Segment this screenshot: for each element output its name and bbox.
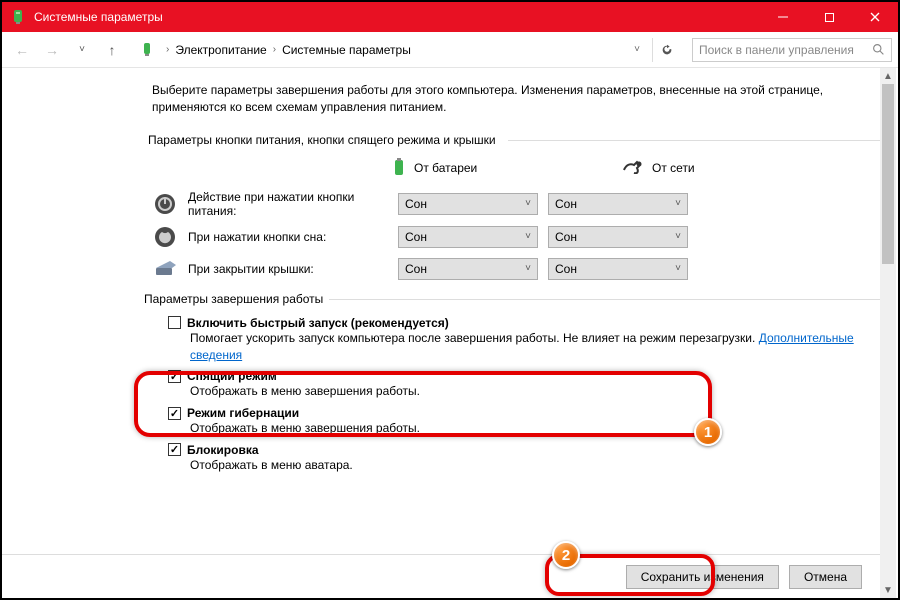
hibernate-checkbox[interactable]: ✓ [168,407,181,420]
maximize-button[interactable] [806,2,852,32]
ac-label: От сети [652,161,695,175]
section-shutdown: Параметры завершения работы [144,292,870,306]
chevron-right-icon: › [166,44,169,55]
search-icon [872,43,885,56]
scroll-track[interactable] [880,84,896,582]
power-icon [152,191,178,217]
window-title: Системные параметры [34,10,760,24]
navbar: ← → ˅ ↑ › Электропитание › Системные пар… [2,32,898,68]
content-pane: Выберите параметры завершения работы для… [2,68,898,598]
power-plan-icon [138,41,156,59]
opt-fast-startup: Включить быстрый запуск (рекомендуется) … [168,316,870,364]
close-button[interactable] [852,2,898,32]
chevron-down-icon: ˅ [525,231,531,242]
search-input[interactable]: Поиск в панели управления [692,38,892,62]
row-label: При закрытии крышки: [188,262,388,276]
chevron-down-icon: ˅ [525,198,531,209]
scroll-down-arrow[interactable]: ▼ [880,582,896,598]
fast-startup-checkbox[interactable] [168,316,181,329]
breadcrumb-item[interactable]: Электропитание [175,43,266,57]
row-power-button: Действие при нажатии кнопки питания: Сон… [152,190,870,218]
opt-desc: Помогает ускорить запуск компьютера посл… [190,330,870,364]
minimize-button[interactable] [760,2,806,32]
row-sleep-button: При нажатии кнопки сна: Сон˅ Сон˅ [152,224,870,250]
search-placeholder: Поиск в панели управления [699,43,854,57]
scroll-up-arrow[interactable]: ▲ [880,68,896,84]
opt-lock: ✓ Блокировка Отображать в меню аватара. [168,443,870,474]
up-button[interactable]: ↑ [98,36,126,64]
refresh-button[interactable] [652,38,680,62]
opt-desc: Отображать в меню завершения работы. [190,420,870,437]
recent-locations-button[interactable]: ˅ [68,36,96,64]
save-button[interactable]: Сохранить изменения [626,565,779,589]
opt-title: Режим гибернации [187,406,299,420]
breadcrumb-item[interactable]: Системные параметры [282,43,411,57]
opt-title: Блокировка [187,443,259,457]
lid-icon [152,256,178,282]
sleep-checkbox[interactable]: ✓ [168,370,181,383]
lock-checkbox[interactable]: ✓ [168,443,181,456]
app-icon [10,9,26,25]
shutdown-section: Параметры завершения работы Включить быс… [148,292,870,474]
power-ac-select[interactable]: Сон˅ [548,193,688,215]
sleep-icon [152,224,178,250]
row-label: При нажатии кнопки сна: [188,230,388,244]
row-label: Действие при нажатии кнопки питания: [188,190,388,218]
vertical-scrollbar[interactable]: ▲ ▼ [880,68,896,598]
section-power-buttons: Параметры кнопки питания, кнопки спящего… [148,133,870,147]
battery-icon [392,157,406,180]
scroll-thumb[interactable] [882,84,894,264]
opt-title: Включить быстрый запуск (рекомендуется) [187,316,449,330]
opt-title: Спящий режим [187,369,277,383]
intro-text: Выберите параметры завершения работы для… [152,82,832,117]
back-button[interactable]: ← [8,36,36,64]
footer: Сохранить изменения Отмена [2,554,880,598]
chevron-down-icon: ˅ [675,231,681,242]
opt-sleep: ✓ Спящий режим Отображать в меню заверше… [168,369,870,400]
plug-icon [622,160,644,177]
row-lid-close: При закрытии крышки: Сон˅ Сон˅ [152,256,870,282]
battery-label: От батареи [414,161,477,175]
battery-column: От батареи [392,157,542,180]
chevron-down-icon: ˅ [675,263,681,274]
window-controls [760,2,898,32]
cancel-button[interactable]: Отмена [789,565,862,589]
opt-hibernate: ✓ Режим гибернации Отображать в меню зав… [168,406,870,437]
breadcrumb[interactable]: › Электропитание › Системные параметры ˅ [128,38,684,62]
forward-button[interactable]: → [38,36,66,64]
sleep-ac-select[interactable]: Сон˅ [548,226,688,248]
column-headers: От батареи От сети [392,157,870,180]
lid-ac-select[interactable]: Сон˅ [548,258,688,280]
chevron-down-icon: ˅ [675,198,681,209]
ac-column: От сети [622,160,772,177]
sleep-battery-select[interactable]: Сон˅ [398,226,538,248]
opt-desc: Отображать в меню завершения работы. [190,383,870,400]
opt-desc: Отображать в меню аватара. [190,457,870,474]
titlebar: Системные параметры [2,2,898,32]
power-battery-select[interactable]: Сон˅ [398,193,538,215]
lid-battery-select[interactable]: Сон˅ [398,258,538,280]
chevron-right-icon: › [273,44,276,55]
chevron-down-icon: ˅ [525,263,531,274]
breadcrumb-dropdown[interactable]: ˅ [634,44,640,55]
